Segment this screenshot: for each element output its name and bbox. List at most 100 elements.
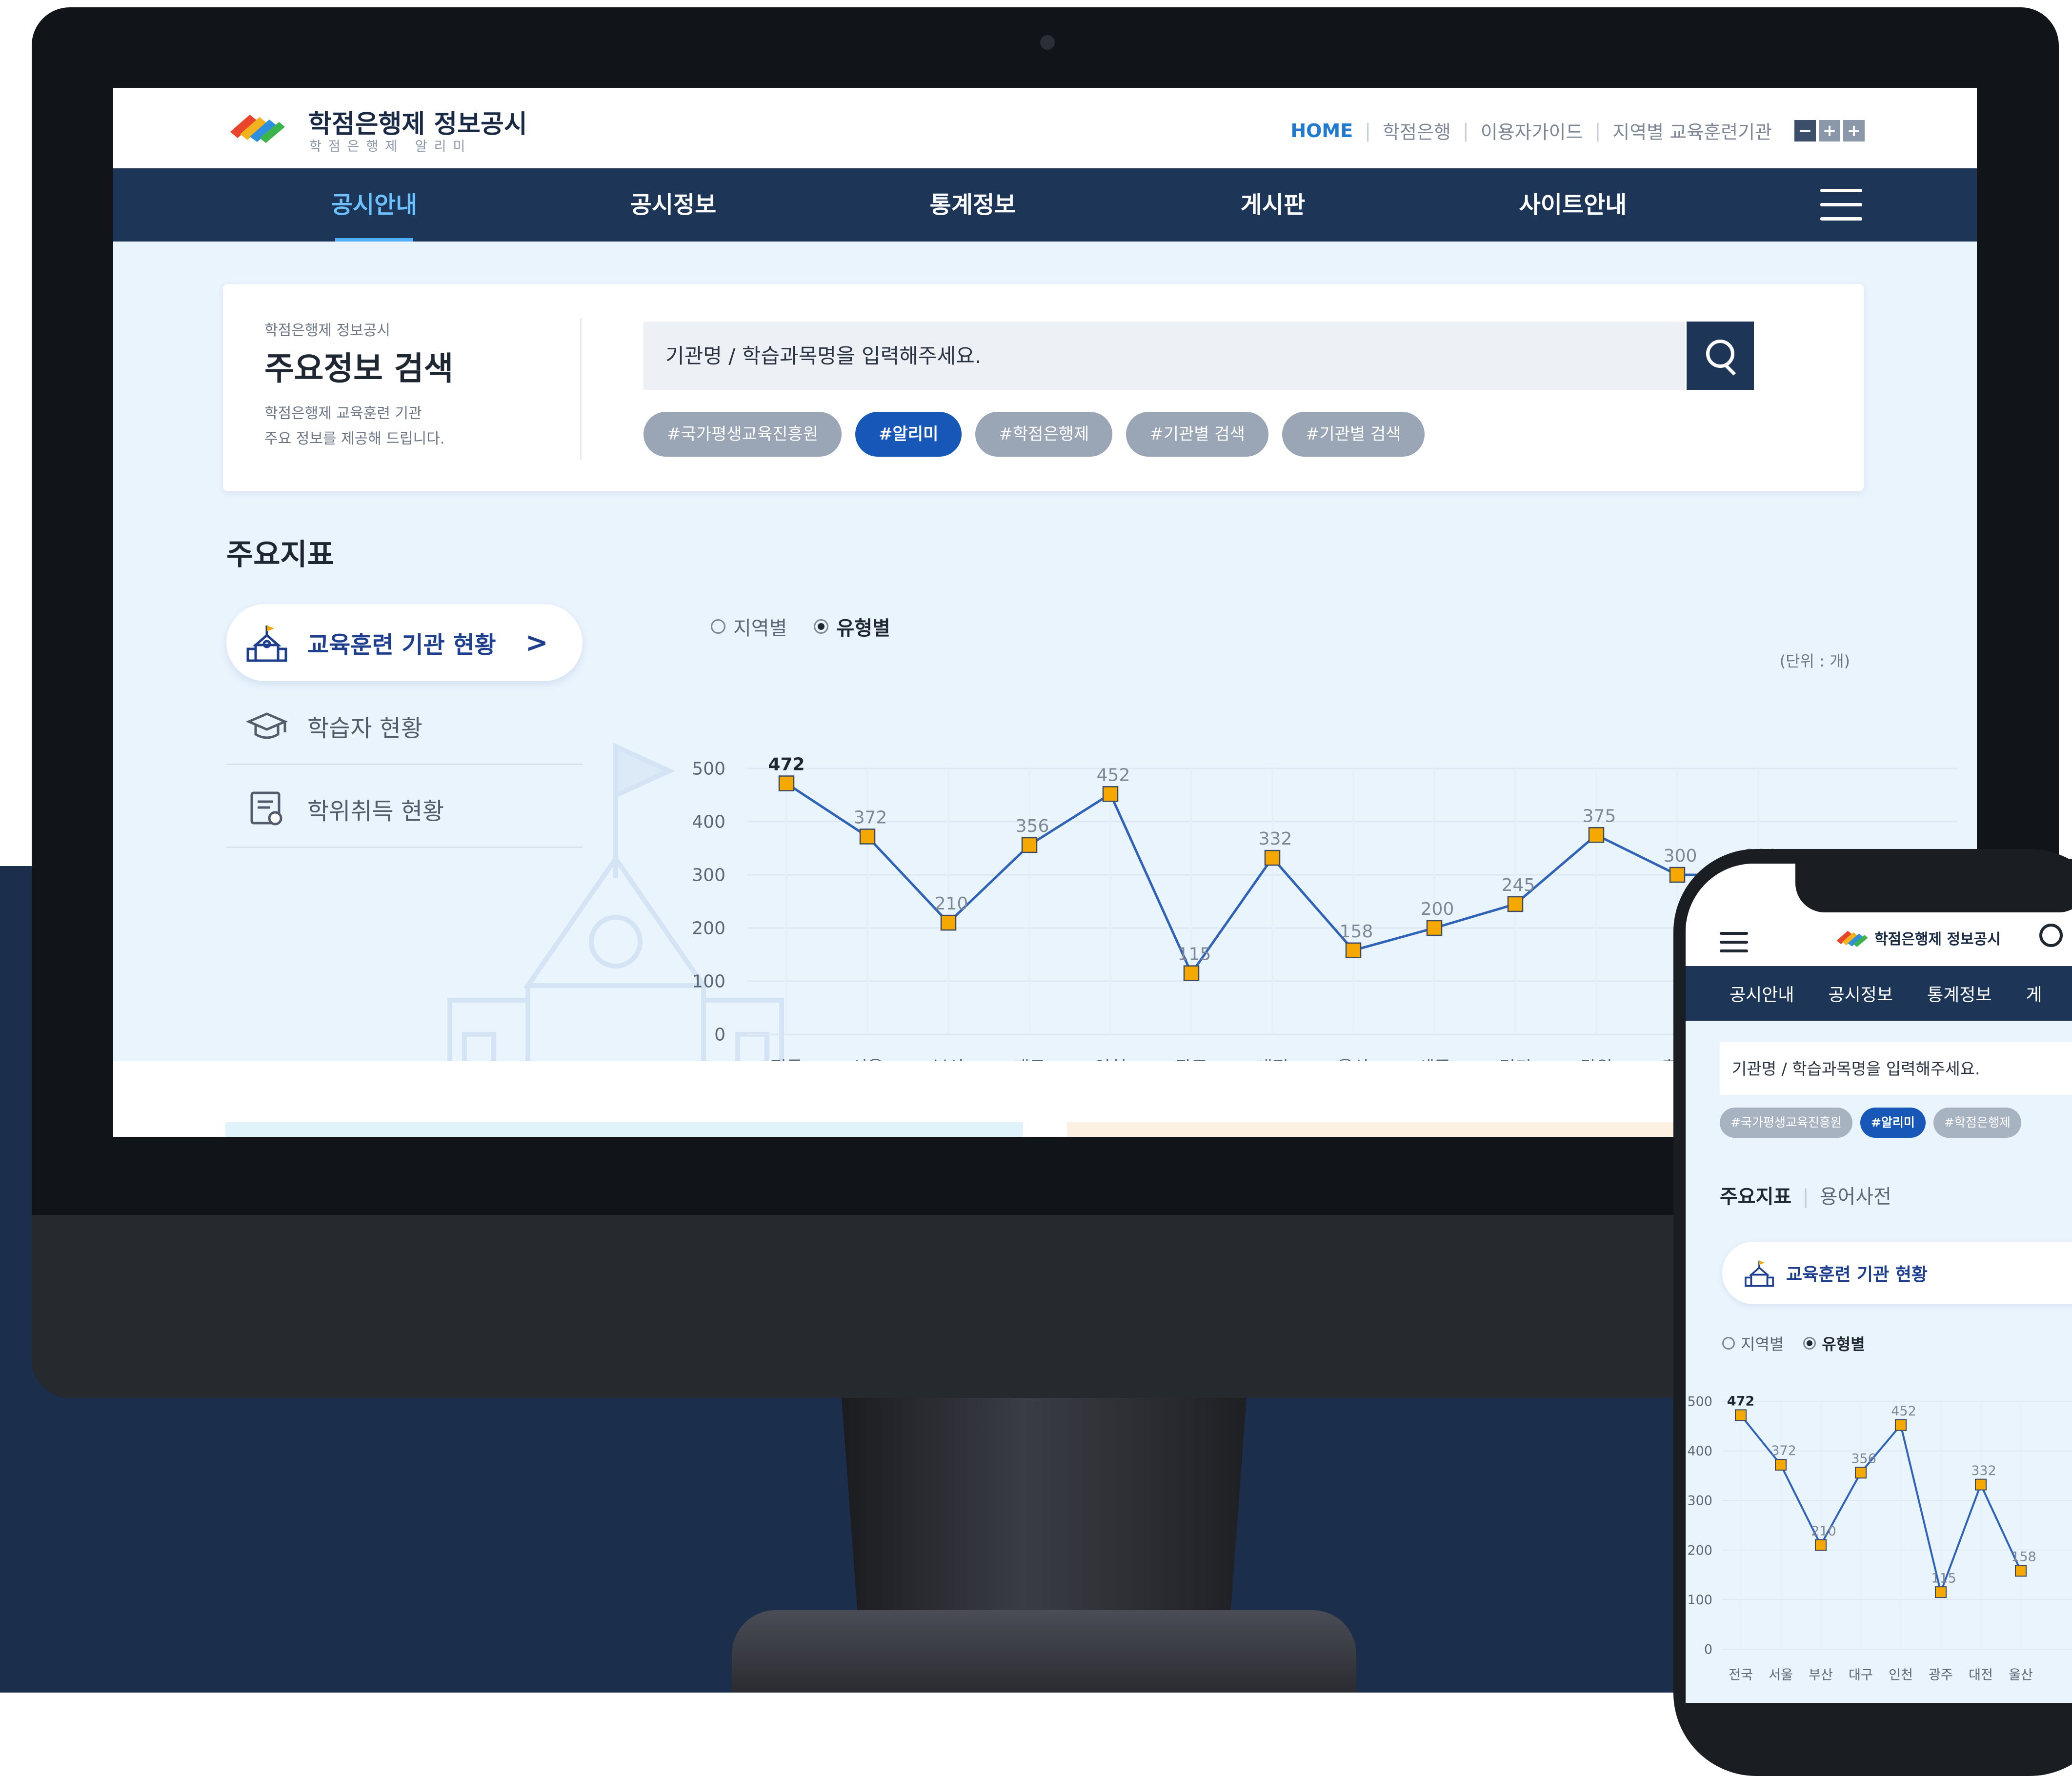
util-link-user-guide[interactable]: 이용자가이드 — [1481, 117, 1583, 144]
data-point — [940, 914, 957, 931]
mobile-line-chart: 0 100 200 300 400 500 전국 서울 부산 대구 인천 광주 대전 울산 472 372 21… — [1687, 1394, 2072, 1683]
nav-item-board[interactable]: 게시판 — [1192, 168, 1353, 242]
mobile-screen: 학점은행제 정보공시 공시안내 공시정보 통계정보 게 #국가평생교육진흥원 #… — [1686, 864, 2072, 1703]
data-point — [1775, 1459, 1787, 1471]
search-panel: 학점은행제 정보공시 주요정보 검색 학점은행제 교육훈련 기관 주요 정보를 … — [223, 284, 1864, 491]
mobile-card-label: 교육훈련 기관 현황 — [1786, 1265, 1928, 1285]
data-label: 158 — [2011, 1550, 2036, 1565]
radio-type[interactable] — [814, 619, 829, 634]
data-label: 210 — [1811, 1524, 1836, 1539]
data-label: 115 — [1931, 1571, 1956, 1586]
data-point — [1735, 1409, 1747, 1421]
radio-region[interactable] — [711, 619, 725, 634]
data-label: 200 — [1421, 899, 1454, 919]
search-input[interactable] — [644, 322, 1685, 390]
data-point — [859, 828, 876, 845]
school-icon — [1745, 1260, 1774, 1287]
data-label: 372 — [1771, 1443, 1796, 1458]
mobile-search-input[interactable] — [1720, 1042, 2072, 1095]
search-tag[interactable]: #기관별 검색 — [1126, 412, 1268, 457]
menu-icon[interactable] — [1720, 932, 1748, 958]
nav-item-site-guide[interactable]: 사이트안내 — [1492, 168, 1653, 242]
search-tags: #국가평생교육진흥원 #알리미 #학점은행제 #기관별 검색 #기관별 검색 — [644, 412, 1438, 457]
data-label: 158 — [1340, 922, 1373, 942]
font-increase-button[interactable]: + — [1843, 120, 1865, 141]
data-point — [1183, 965, 1200, 981]
tab-glossary[interactable]: 용어사전 — [1820, 1186, 1891, 1208]
mobile-card-institutions[interactable]: 교육훈련 기관 현황 — [1722, 1242, 2072, 1304]
chart-unit: (단위 : 개) — [1779, 652, 1850, 670]
data-point — [1815, 1539, 1827, 1551]
util-link-credit-bank[interactable]: 학점은행 — [1383, 117, 1451, 144]
nav-item-statistics[interactable]: 통계정보 — [892, 168, 1053, 242]
main-nav: 공시안내 공시정보 통계정보 게시판 사이트안내 — [113, 168, 1977, 242]
mobile-nav-item[interactable]: 공시안내 — [1730, 981, 1794, 1006]
graduation-cap-icon — [246, 712, 288, 739]
logo-subtitle: 학점은행제 알리미 — [309, 139, 472, 154]
divider: | — [1594, 120, 1601, 141]
mobile-nav-item[interactable]: 공시정보 — [1828, 981, 1892, 1006]
nav-item-notice-info[interactable]: 공시정보 — [593, 168, 754, 242]
data-label: 245 — [1502, 875, 1535, 895]
font-decrease-button[interactable]: − — [1794, 120, 1816, 141]
x-tick-label: 대구 — [1849, 1668, 1873, 1683]
x-tick-label: 서울 — [1769, 1668, 1793, 1683]
radio-type[interactable] — [1803, 1337, 1816, 1350]
data-point — [1021, 837, 1038, 853]
logo-icon[interactable] — [228, 110, 286, 144]
search-tag[interactable]: #국가평생교육진흥원 — [1720, 1108, 1852, 1138]
x-tick-label: 울산 — [2009, 1668, 2033, 1683]
y-tick-label: 300 — [1687, 1493, 1712, 1509]
search-icon[interactable] — [2039, 924, 2063, 947]
menu-icon[interactable] — [1820, 189, 1862, 221]
data-point — [1975, 1478, 1987, 1491]
x-tick-label: 전국 — [1729, 1668, 1753, 1683]
data-point — [1426, 920, 1443, 936]
radio-region[interactable] — [1722, 1337, 1735, 1350]
sidebar-item-degrees[interactable]: 학위취득 현황 — [226, 771, 583, 848]
search-tag[interactable]: #기관별 검색 — [1282, 412, 1425, 457]
search-button[interactable] — [1687, 322, 1754, 390]
mobile-logo[interactable]: 학점은행제 정보공시 — [1834, 927, 2001, 949]
data-label: 356 — [1016, 816, 1049, 836]
data-point — [778, 775, 795, 791]
sidebar-item-label: 학위취득 현황 — [307, 797, 444, 825]
search-tag[interactable]: #국가평생교육진흥원 — [644, 412, 842, 457]
sidebar-item-institutions[interactable]: 교육훈련 기관 현황 > — [226, 604, 583, 681]
top-header: 학점은행제 정보공시 학점은행제 알리미 HOME | 학점은행 | 이용자가이… — [113, 88, 1977, 168]
util-link-home[interactable]: HOME — [1290, 120, 1353, 141]
tab-indicators[interactable]: 주요지표 — [1720, 1186, 1791, 1208]
school-icon — [246, 626, 287, 662]
y-tick-label: 0 — [1704, 1642, 1712, 1657]
search-description: 학점은행제 교육훈련 기관 주요 정보를 제공해 드립니다. — [264, 405, 445, 447]
sidebar-item-label: 교육훈련 기관 현황 — [307, 631, 496, 659]
mobile-nav-item[interactable]: 통계정보 — [1927, 981, 1992, 1006]
logo-icon — [1836, 930, 1868, 947]
font-size-controls: − + + — [1791, 120, 1865, 141]
mobile-logo-text: 학점은행제 정보공시 — [1874, 931, 2001, 948]
mobile-chart-view-toggle: 지역별 유형별 — [1722, 1332, 1865, 1354]
x-tick-label: 인천 — [1889, 1668, 1913, 1683]
nav-item-notice-guide[interactable]: 공시안내 — [294, 168, 455, 242]
data-label: 210 — [935, 894, 968, 914]
util-link-regional-institutions[interactable]: 지역별 교육훈련기관 — [1612, 117, 1772, 144]
mobile-tags: #국가평생교육진흥원 #알리미 #학점은행제 — [1720, 1108, 2029, 1138]
data-label: 300 — [1664, 846, 1697, 866]
divider — [580, 318, 582, 460]
search-tag[interactable]: #학점은행제 — [975, 412, 1113, 457]
camera-icon — [1040, 35, 1055, 50]
font-reset-button[interactable]: + — [1819, 120, 1840, 141]
x-tick-label: 광주 — [1929, 1668, 1953, 1683]
monitor-stand-base — [732, 1610, 1356, 1693]
x-tick-label: 부산 — [1809, 1668, 1833, 1683]
divider: | — [1802, 1186, 1809, 1208]
search-tag[interactable]: #학점은행제 — [1933, 1108, 2021, 1138]
y-tick-label: 400 — [1687, 1444, 1712, 1459]
logo-title[interactable]: 학점은행제 정보공시 — [308, 103, 527, 140]
mobile-nav-item[interactable]: 게 — [2026, 981, 2042, 1006]
sidebar-item-learners[interactable]: 학습자 현황 — [226, 688, 583, 765]
search-tag-active[interactable]: #알리미 — [855, 412, 962, 457]
data-point — [1669, 867, 1686, 883]
y-tick-label: 100 — [692, 972, 725, 992]
search-tag-active[interactable]: #알리미 — [1860, 1108, 1926, 1138]
